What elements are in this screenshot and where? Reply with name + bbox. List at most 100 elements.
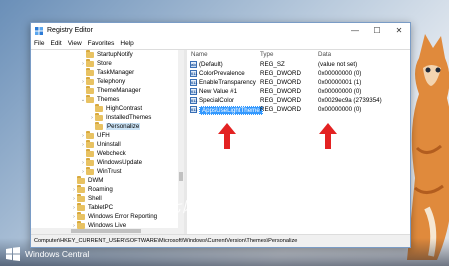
tree-scroll-thumb[interactable]	[179, 172, 183, 181]
tree-item[interactable]: Personalize	[89, 122, 141, 131]
menu-help[interactable]: Help	[120, 40, 133, 47]
tree-item-label: Themes	[97, 96, 120, 103]
folder-icon	[77, 212, 85, 220]
list-header: Name Type Data	[187, 50, 410, 59]
windows-central-brand: Windows Central	[6, 247, 89, 261]
folder-icon	[86, 50, 94, 58]
tree-item[interactable]: › Store	[80, 59, 112, 68]
column-data[interactable]: Data	[318, 51, 331, 58]
folder-icon	[77, 176, 85, 184]
tree-item-label: Store	[97, 60, 112, 67]
tree-item-label: TabletPC	[88, 204, 114, 211]
folder-icon	[86, 95, 94, 103]
minimize-button[interactable]: —	[344, 23, 366, 38]
tree-item[interactable]: ThemeManager	[80, 86, 141, 95]
tree-item-label: Windows Live	[88, 222, 127, 229]
value-row[interactable]: ab (Default) REG_SZ (value not set)	[187, 60, 410, 69]
tree-item[interactable]: › UFH	[80, 131, 110, 140]
value-data: 0x00000000 (0)	[318, 88, 362, 95]
folder-icon	[86, 59, 94, 67]
menu-view[interactable]: View	[68, 40, 82, 47]
tree-item[interactable]: › Uninstall	[80, 140, 121, 149]
column-type[interactable]: Type	[260, 51, 273, 58]
string-value-icon: ab	[190, 61, 197, 68]
menu-bar: File Edit View Favorites Help	[31, 38, 410, 49]
folder-icon	[86, 140, 94, 148]
tree-item[interactable]: › Windows Error Reporting	[71, 212, 157, 221]
tree-item-label: Telephony	[97, 78, 126, 85]
tree-item[interactable]: TaskManager	[80, 68, 134, 77]
folder-icon	[95, 113, 103, 121]
value-row[interactable]: 011 ColorPrevalence REG_DWORD 0x00000000 (0…	[187, 69, 410, 78]
value-type: REG_DWORD	[260, 88, 301, 95]
value-data: 0x00000000 (0)	[318, 106, 362, 113]
tree-item[interactable]: › Roaming	[71, 185, 113, 194]
status-path: Computer\HKEY_CURRENT_USER\SOFTWARE\Micr…	[34, 238, 298, 244]
tree-item-label: UFH	[97, 132, 110, 139]
title-bar[interactable]: Registry Editor — ☐ ✕	[31, 23, 410, 38]
tree-item[interactable]: › Telephony	[80, 77, 125, 86]
tree-item-label: WinTrust	[97, 168, 122, 175]
value-name: ColorPrevalence	[199, 70, 245, 77]
value-data: 0x0029ec9a (2739354)	[318, 97, 382, 104]
watermark-text: 酷七网	[150, 198, 199, 216]
tree-item-label: Shell	[88, 195, 102, 202]
value-row[interactable]: 011 EnableTransparency REG_DWORD 0x00000001…	[187, 78, 410, 87]
watermark-url: kqi.com	[213, 220, 248, 231]
tree-item[interactable]: › WinTrust	[80, 167, 122, 176]
tree-item[interactable]: › Shell	[71, 194, 102, 203]
windows-logo-icon	[6, 247, 20, 261]
tree-item[interactable]: › WindowsUpdate	[80, 158, 142, 167]
close-button[interactable]: ✕	[388, 23, 410, 38]
value-data: 0x00000001 (1)	[318, 79, 362, 86]
value-type: REG_DWORD	[260, 97, 301, 104]
tree-item[interactable]: StartupNotify	[80, 50, 133, 59]
tree-item[interactable]: DWM	[71, 176, 103, 185]
menu-edit[interactable]: Edit	[50, 40, 61, 47]
dword-value-icon: 011	[190, 70, 198, 77]
tree-item-label: Uninstall	[97, 141, 121, 148]
folder-icon	[77, 185, 85, 193]
tree-item-label: ThemeManager	[97, 87, 141, 94]
tree-item-label: WindowsUpdate	[97, 159, 143, 166]
value-row[interactable]: 011 AppsUseLightTheme REG_DWORD 0x00000000 …	[187, 105, 410, 115]
status-bar: Computer\HKEY_CURRENT_USER\SOFTWARE\Micr…	[31, 234, 410, 247]
folder-icon	[86, 131, 94, 139]
value-row[interactable]: 011 SpecialColor REG_DWORD 0x0029ec9a (2739…	[187, 96, 410, 105]
value-data: 0x00000000 (0)	[318, 70, 362, 77]
dword-value-icon: 011	[190, 88, 198, 95]
menu-favorites[interactable]: Favorites	[88, 40, 115, 47]
folder-icon	[77, 203, 85, 211]
tree-item-label: Webcheck	[97, 150, 126, 157]
value-name: New Value #1	[199, 88, 238, 95]
tree-item[interactable]: HighContrast	[89, 104, 142, 113]
menu-file[interactable]: File	[34, 40, 44, 47]
red-arrow-left	[218, 123, 236, 149]
folder-icon	[86, 77, 94, 85]
dword-value-icon: 011	[190, 79, 198, 86]
tree-item[interactable]: ⌄ Themes	[80, 95, 119, 104]
tree-item[interactable]: › TabletPC	[71, 203, 113, 212]
value-name: AppsUseLightTheme	[199, 106, 263, 115]
folder-icon	[77, 221, 85, 229]
value-name: SpecialColor	[199, 97, 235, 104]
value-data: (value not set)	[318, 61, 358, 68]
value-type: REG_DWORD	[260, 70, 301, 77]
tree-item-label: DWM	[88, 177, 104, 184]
tree-item-label: TaskManager	[97, 69, 135, 76]
registry-editor-icon	[35, 26, 43, 35]
tree-item[interactable]: › Windows Live	[71, 221, 126, 230]
dword-value-icon: 011	[190, 106, 198, 113]
folder-icon	[86, 158, 94, 166]
value-name: EnableTransparency	[199, 79, 256, 86]
maximize-button[interactable]: ☐	[366, 23, 388, 38]
dword-value-icon: 011	[190, 97, 198, 104]
tree-item[interactable]: Webcheck	[80, 149, 126, 158]
column-name[interactable]: Name	[191, 51, 208, 58]
folder-icon	[86, 149, 94, 157]
tree-item-label: Personalize	[106, 123, 141, 130]
folder-icon	[86, 167, 94, 175]
tree-item-label: Roaming	[88, 186, 113, 193]
tree-item[interactable]: › InstalledThemes	[89, 113, 151, 122]
value-row[interactable]: 011 New Value #1 REG_DWORD 0x00000000 (0)	[187, 87, 410, 96]
